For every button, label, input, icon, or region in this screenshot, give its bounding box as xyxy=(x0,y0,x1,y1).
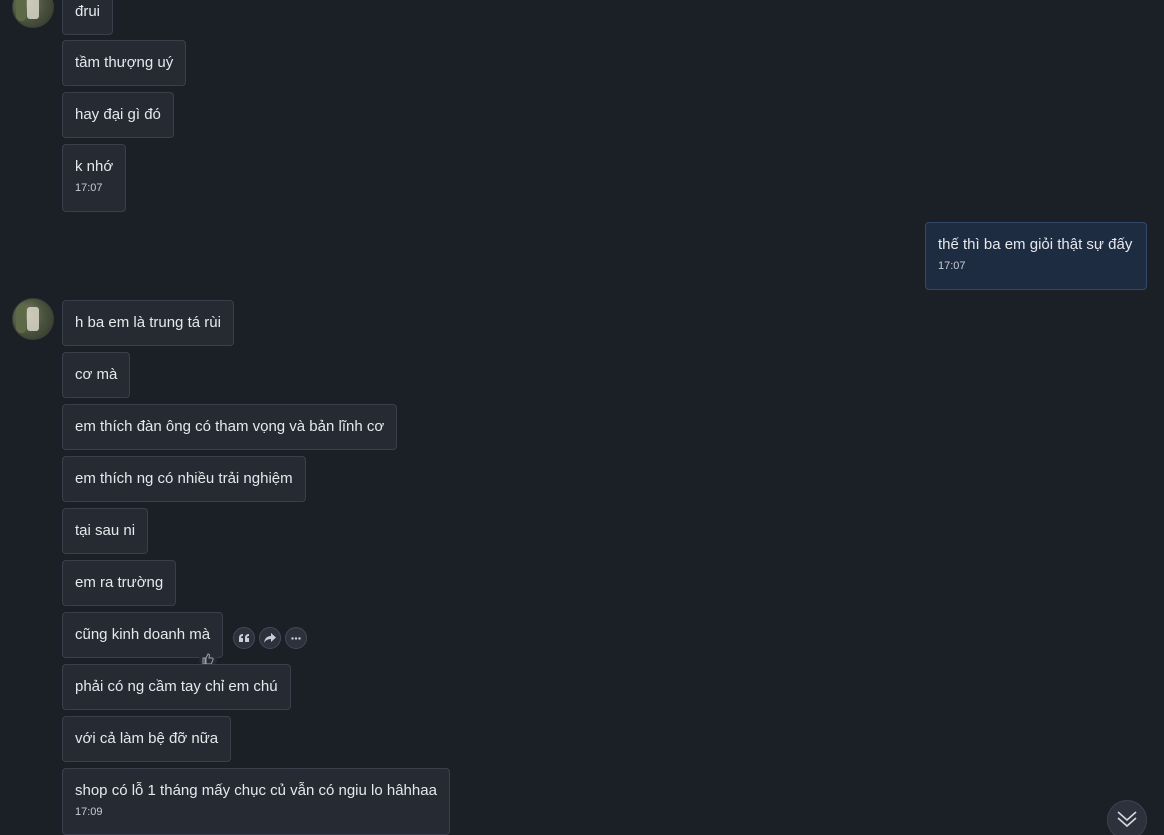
message-bubble[interactable]: cơ mà xyxy=(62,352,131,398)
message-bubble[interactable]: tại sau ni xyxy=(62,508,149,554)
double-chevron-down-icon xyxy=(1116,809,1138,834)
more-horizontal-icon[interactable] xyxy=(285,627,307,649)
outgoing-message-bubble[interactable]: thế thì ba em giỏi thật sự đấy 17:07 xyxy=(925,222,1147,290)
message-text: cũng kinh doanh mà xyxy=(75,626,211,643)
quote-icon[interactable] xyxy=(233,627,255,649)
message-text: em thích đàn ông có tham vọng và bản lĩn… xyxy=(75,418,385,435)
avatar-tree-shape xyxy=(16,0,26,21)
avatar-figure-shape xyxy=(27,307,39,331)
message-text: thế thì ba em giỏi thật sự đấy xyxy=(938,236,1133,253)
message-bubble[interactable]: hay đại gì đó xyxy=(62,92,174,138)
message-timestamp: 17:07 xyxy=(75,182,103,194)
message-bubble[interactable]: đrui xyxy=(62,0,114,35)
message-text: đrui xyxy=(75,3,101,20)
message-text: h ba em là trung tá rùi xyxy=(75,314,221,331)
message-text: tầm thượng uý xyxy=(75,54,174,71)
message-actions xyxy=(233,627,307,649)
message-text: em ra trường xyxy=(75,574,164,591)
chat-message-list: đrui tầm thượng uý hay đại gì đó k nhớ 1… xyxy=(0,0,1164,835)
message-timestamp: 17:09 xyxy=(75,806,103,818)
message-bubble[interactable]: em thích ng có nhiều trải nghiệm xyxy=(62,456,306,502)
message-text: với cả làm bệ đỡ nữa xyxy=(75,730,219,747)
message-text: em thích ng có nhiều trải nghiệm xyxy=(75,470,293,487)
message-timestamp: 17:07 xyxy=(938,260,966,272)
message-bubble[interactable]: cũng kinh doanh mà xyxy=(62,612,224,658)
message-bubble[interactable]: phải có ng cầm tay chỉ em chú xyxy=(62,664,291,710)
contact-avatar[interactable] xyxy=(12,298,54,340)
message-bubble[interactable]: em ra trường xyxy=(62,560,177,606)
scroll-to-bottom-button[interactable] xyxy=(1107,800,1147,835)
avatar-tree-shape xyxy=(16,303,26,333)
message-text: shop có lỗ 1 tháng mấy chục củ vẫn có ng… xyxy=(75,782,437,799)
message-text: cơ mà xyxy=(75,366,118,383)
message-bubble[interactable]: em thích đàn ông có tham vọng và bản lĩn… xyxy=(62,404,398,450)
message-bubble[interactable]: với cả làm bệ đỡ nữa xyxy=(62,716,232,762)
forward-arrow-icon[interactable] xyxy=(259,627,281,649)
message-bubble[interactable]: k nhớ 17:07 xyxy=(62,144,127,212)
contact-avatar[interactable] xyxy=(12,0,54,28)
message-bubble[interactable]: tầm thượng uý xyxy=(62,40,187,86)
message-text: tại sau ni xyxy=(75,522,136,539)
message-text: phải có ng cầm tay chỉ em chú xyxy=(75,678,278,695)
message-bubble[interactable]: h ba em là trung tá rùi xyxy=(62,300,234,346)
message-bubble[interactable]: shop có lỗ 1 tháng mấy chục củ vẫn có ng… xyxy=(62,768,450,835)
message-text: k nhớ xyxy=(75,158,114,175)
avatar-figure-shape xyxy=(27,0,39,19)
message-text: hay đại gì đó xyxy=(75,106,161,123)
